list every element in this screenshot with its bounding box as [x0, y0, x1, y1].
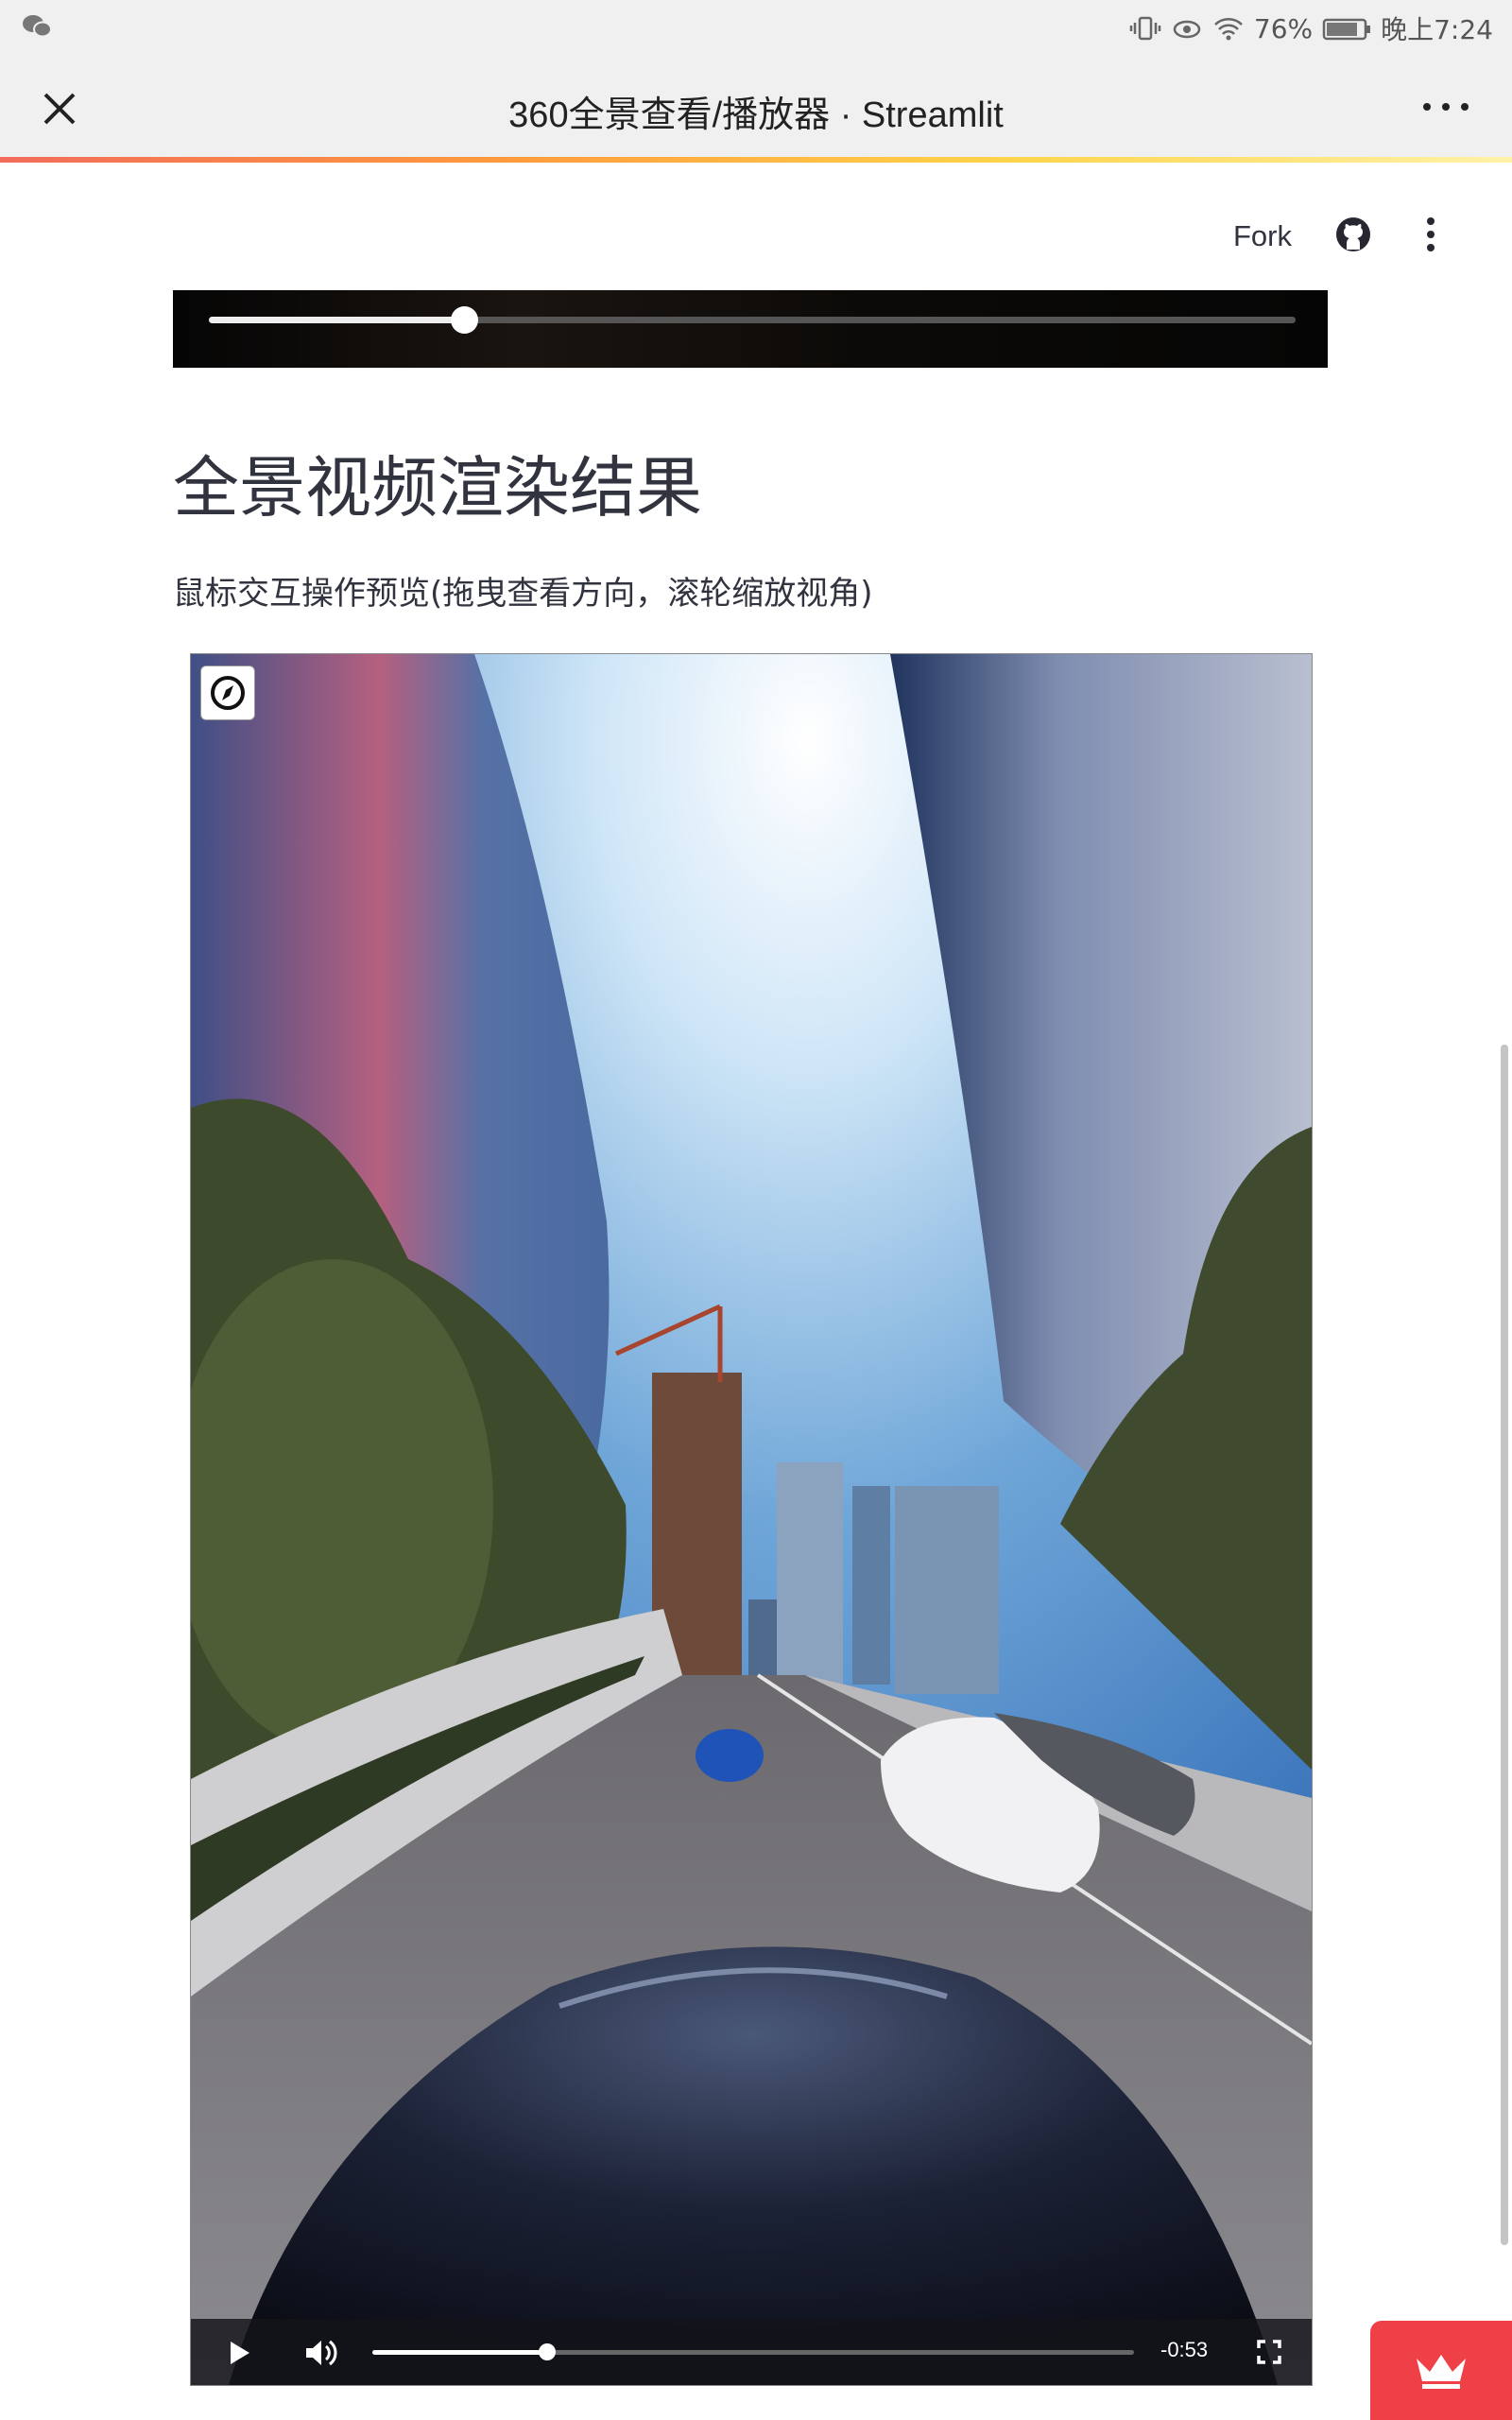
compass-icon[interactable] — [200, 666, 255, 720]
wechat-icon — [23, 15, 52, 38]
streamlit-badge[interactable] — [1370, 2321, 1512, 2420]
eye-comfort-icon — [1173, 20, 1201, 39]
github-icon[interactable] — [1334, 216, 1372, 253]
video-seek-handle[interactable] — [451, 306, 479, 334]
crown-icon — [1417, 2355, 1466, 2389]
play-icon[interactable] — [225, 2338, 253, 2368]
page-title: 360全景查看/播放器 · Streamlit — [508, 95, 1004, 135]
panorama-scene — [191, 654, 1312, 2385]
video-player-top[interactable] — [173, 290, 1328, 368]
video-seek-progress — [209, 317, 465, 323]
battery-icon — [1322, 18, 1371, 41]
status-bar: 76% 晚上7:24 — [0, 0, 1512, 57]
fullscreen-icon[interactable] — [1255, 2338, 1283, 2366]
video-seek-bar[interactable] — [209, 306, 1296, 334]
main-menu-icon[interactable] — [1418, 214, 1444, 255]
volume-icon[interactable] — [302, 2336, 340, 2370]
section-heading: 全景视频渲染结果 — [173, 449, 702, 527]
viewer-seek-handle[interactable] — [539, 2343, 557, 2360]
page-scrollbar[interactable] — [1501, 1045, 1508, 2245]
panorama-viewer[interactable]: -0:53 — [190, 653, 1313, 2386]
viewer-seek-progress — [372, 2350, 548, 2355]
vibrate-icon — [1129, 16, 1161, 41]
streamlit-header: Fork — [0, 163, 1512, 285]
clock: 晚上7:24 — [1381, 14, 1493, 45]
wifi-icon — [1214, 18, 1243, 41]
section-description: 鼠标交互操作预览(拖曳查看方向，滚轮缩放视角) — [173, 575, 873, 613]
more-options-icon[interactable] — [1418, 93, 1474, 121]
video-controls: -0:53 — [191, 2319, 1312, 2385]
app-title-bar: 360全景查看/播放器 · Streamlit — [0, 57, 1512, 159]
fork-button[interactable]: Fork — [1233, 219, 1292, 253]
battery-percent: 76% — [1253, 12, 1314, 44]
time-remaining: -0:53 — [1160, 2338, 1209, 2361]
viewer-seek-bar[interactable] — [372, 2343, 1134, 2360]
